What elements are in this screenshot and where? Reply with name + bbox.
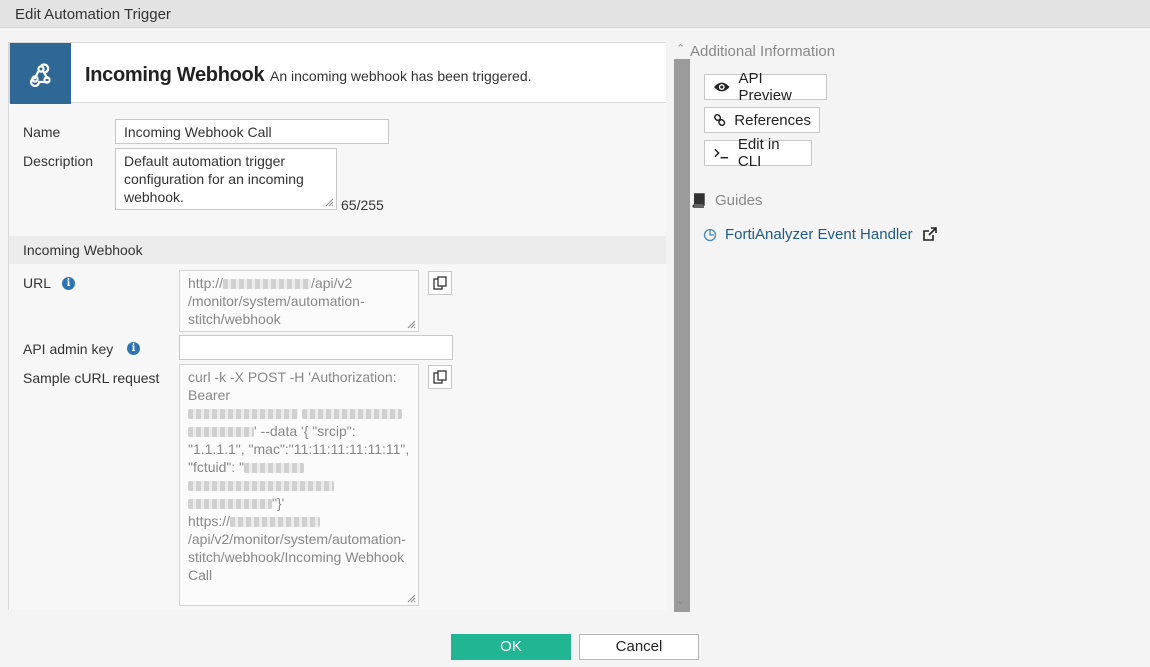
window-title: Edit Automation Trigger xyxy=(15,6,171,23)
api-key-input[interactable] xyxy=(179,335,453,360)
terminal-icon xyxy=(714,148,729,159)
dialog-footer xyxy=(0,612,1150,667)
info-icon[interactable]: i xyxy=(62,277,75,290)
trigger-form-panel: Incoming Webhook An incoming webhook has… xyxy=(8,42,666,610)
resize-handle-icon[interactable] xyxy=(406,593,416,603)
resize-handle-icon[interactable] xyxy=(406,319,416,329)
url-textarea[interactable]: http:///api/v2 /monitor/system/automatio… xyxy=(179,270,419,332)
curl-label: Sample cURL request xyxy=(23,370,160,386)
curl-part5: /api/v2/monitor/system/automation-stitch… xyxy=(188,531,406,583)
guide-link-label: FortiAnalyzer Event Handler xyxy=(725,226,913,243)
guide-link-fortianalyzer[interactable]: FortiAnalyzer Event Handler xyxy=(703,226,937,243)
api-preview-button[interactable]: API Preview xyxy=(704,70,827,104)
name-label: Name xyxy=(23,124,61,140)
panel-scrollbar[interactable]: ⌃ ⌄ xyxy=(674,42,690,627)
references-button[interactable]: References xyxy=(704,107,820,133)
redacted-uid xyxy=(244,463,305,474)
curl-part1: curl -k -X POST -H 'Authorization: Beare… xyxy=(188,369,397,403)
webhook-icon xyxy=(10,43,71,104)
ok-button[interactable]: OK xyxy=(451,634,571,660)
references-label: References xyxy=(734,111,811,129)
description-textarea[interactable]: Default automation trigger configuration… xyxy=(115,148,337,210)
window-titlebar: Edit Automation Trigger xyxy=(0,0,1150,28)
info-icon[interactable]: i xyxy=(127,342,140,355)
guides-heading: Guides xyxy=(692,192,763,209)
trigger-description: An incoming webhook has been triggered. xyxy=(270,68,532,84)
description-text: Default automation trigger configuration… xyxy=(124,153,304,205)
link-icon xyxy=(714,113,726,127)
redacted-token xyxy=(188,427,254,438)
edit-cli-button[interactable]: Edit in CLI xyxy=(704,136,812,170)
additional-info-heading: Additional Information xyxy=(690,43,836,60)
cancel-button[interactable]: Cancel xyxy=(579,634,699,660)
chevron-up-icon[interactable]: ⌃ xyxy=(676,42,685,55)
api-key-label: API admin key xyxy=(23,341,114,357)
redacted-ip xyxy=(230,517,321,528)
clock-icon xyxy=(703,228,717,241)
trigger-header: Incoming Webhook An incoming webhook has… xyxy=(9,42,666,104)
trigger-title: Incoming Webhook xyxy=(85,64,265,86)
redacted-ip xyxy=(223,279,312,290)
eye-icon xyxy=(713,82,730,92)
api-preview-label: API Preview xyxy=(738,70,792,104)
redacted-uid xyxy=(188,499,272,510)
external-link-icon xyxy=(922,227,937,241)
url-label: URL xyxy=(23,275,52,291)
description-counter: 65/255 xyxy=(341,197,384,213)
book-icon xyxy=(692,193,705,208)
chevron-down-icon[interactable]: ⌄ xyxy=(676,594,685,607)
redacted-token xyxy=(188,409,298,420)
copy-icon xyxy=(433,276,447,290)
url-prefix: http:// xyxy=(188,275,224,291)
curl-part4: https:// xyxy=(188,513,231,529)
section-incoming-webhook: Incoming Webhook xyxy=(9,236,666,264)
copy-url-button[interactable] xyxy=(428,271,452,295)
edit-cli-label: Edit in CLI xyxy=(737,136,780,170)
section-title: Incoming Webhook xyxy=(23,242,143,258)
guides-label: Guides xyxy=(715,192,763,209)
description-label: Description xyxy=(23,153,94,169)
curl-part3: "}' xyxy=(272,495,285,511)
scrollbar-thumb[interactable] xyxy=(674,59,690,627)
redacted-uid xyxy=(188,481,334,492)
curl-textarea[interactable]: curl -k -X POST -H 'Authorization: Beare… xyxy=(179,364,419,606)
name-input[interactable]: Incoming Webhook Call xyxy=(115,119,389,144)
copy-icon xyxy=(433,370,447,384)
redacted-token xyxy=(301,409,402,420)
resize-handle-icon[interactable] xyxy=(324,197,334,207)
copy-curl-button[interactable] xyxy=(428,365,452,389)
